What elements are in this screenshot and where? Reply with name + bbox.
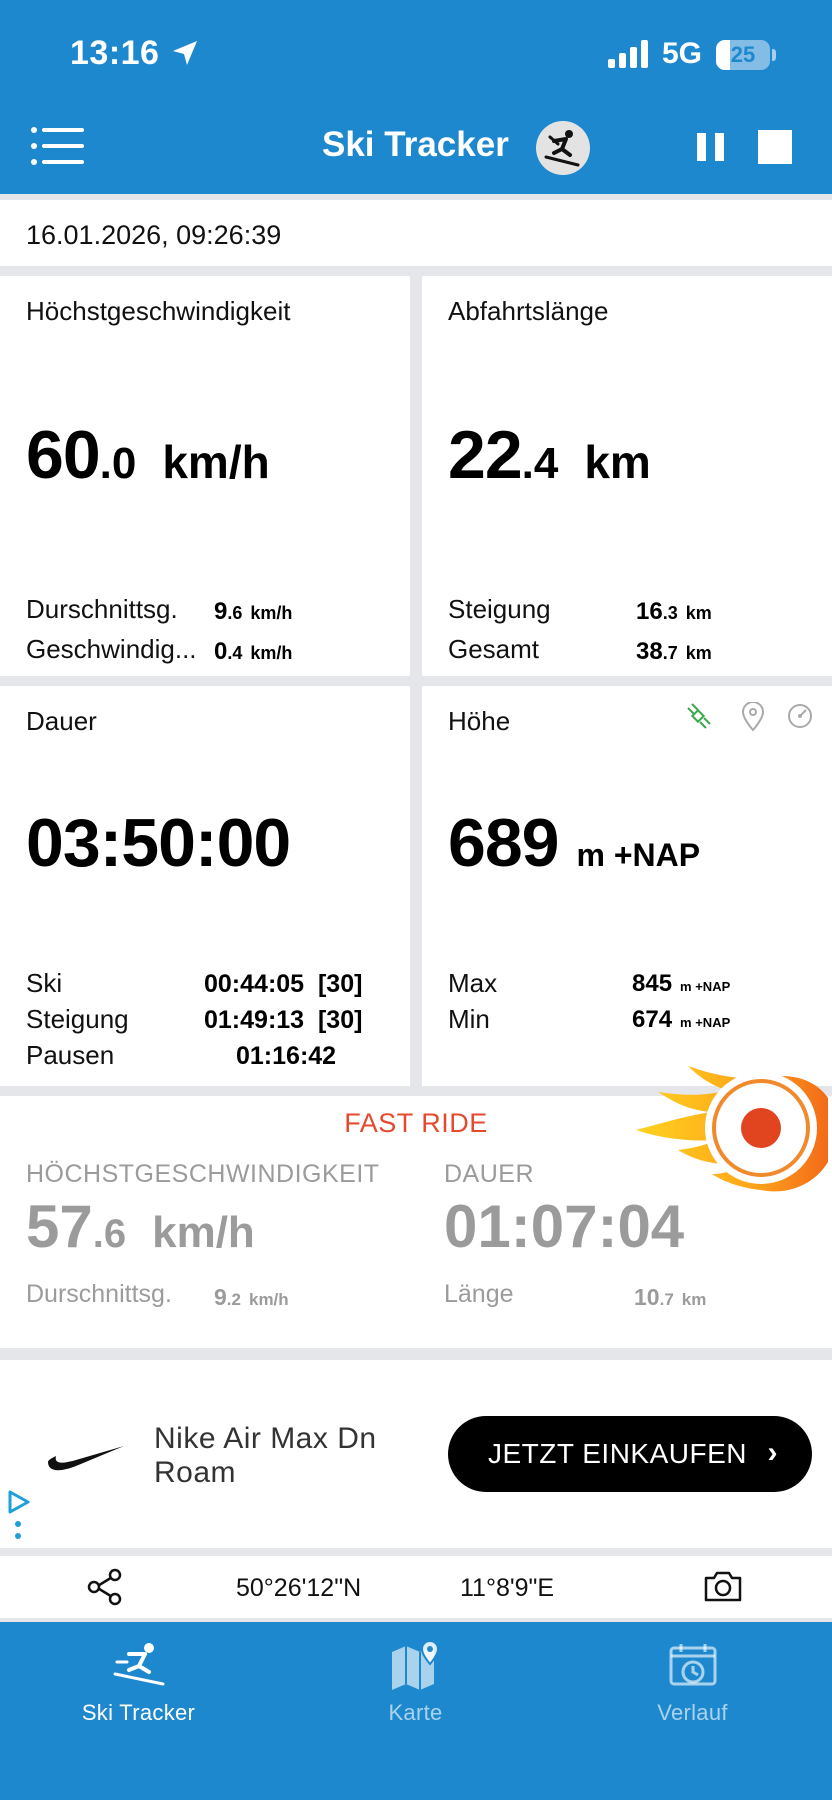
descent-distance-value: 22.4 km xyxy=(448,417,651,493)
battery-percentage: 25 xyxy=(730,42,756,67)
session-date-bar: 16.01.2026, 09:26:39 xyxy=(0,200,832,266)
fast-ride-duration-label: DAUER xyxy=(444,1160,535,1188)
fast-ride-record-icon[interactable] xyxy=(616,1050,832,1200)
longitude-value: 11°8'9"E xyxy=(460,1574,555,1602)
network-type: 5G xyxy=(662,37,703,70)
location-pin-icon[interactable] xyxy=(740,701,766,737)
max-speed-card[interactable]: Höchstgeschwindigkeit 60.0 km/h Durschnit… xyxy=(0,276,410,676)
adchoices-icon[interactable] xyxy=(6,1488,32,1549)
max-altitude-value: 845 m +NAP xyxy=(632,970,731,997)
ad-product-name: Nike Air Max Dn Roam xyxy=(154,1422,377,1489)
ski-time-value: 00:44:05 [30] xyxy=(204,970,363,998)
fast-ride-speed-value: 57.6 km/h xyxy=(26,1193,255,1260)
top-bar: 13:16 5G 25 Ski Tracker xyxy=(0,0,832,194)
latitude-value: 50°26'12"N xyxy=(236,1574,362,1602)
pause-icon xyxy=(697,133,724,161)
current-speed-value: 0.4 km/h xyxy=(214,638,293,665)
gauge-icon[interactable] xyxy=(786,702,814,735)
ad-cta-button[interactable]: JETZT EINKAUFEN › xyxy=(448,1416,812,1492)
skier-icon xyxy=(0,1640,277,1693)
ski-time-label: Ski xyxy=(26,968,63,998)
min-altitude-label: Min xyxy=(448,1004,490,1034)
max-altitude-label: Max xyxy=(448,968,498,998)
pause-time-label: Pausen xyxy=(26,1040,115,1070)
avg-speed-value: 9.6 km/h xyxy=(214,598,293,625)
nike-swoosh-icon xyxy=(46,1440,126,1477)
avg-speed-label: Durschnittsg. xyxy=(26,594,178,624)
menu-button[interactable] xyxy=(30,126,84,166)
ascent-label: Steigung xyxy=(448,594,551,624)
location-bar: 50°26'12"N 11°8'9"E xyxy=(0,1556,832,1618)
min-altitude-value: 674 m +NAP xyxy=(632,1006,731,1033)
session-datetime: 16.01.2026, 09:26:39 xyxy=(26,220,282,250)
tab-label: Karte xyxy=(388,1700,443,1725)
ascent-value: 16.3 km xyxy=(636,598,712,625)
camera-icon[interactable] xyxy=(702,1568,744,1609)
app-title: Ski Tracker xyxy=(322,125,509,164)
map-icon xyxy=(277,1640,554,1697)
card-label: Abfahrtslänge xyxy=(448,296,609,326)
tab-history[interactable]: Verlauf xyxy=(554,1622,831,1752)
tab-ski-tracker[interactable]: Ski Tracker xyxy=(0,1622,277,1752)
signal-icon xyxy=(608,40,652,73)
card-label: Dauer xyxy=(26,706,97,736)
history-calendar-icon xyxy=(554,1640,831,1697)
skier-icon xyxy=(536,121,590,175)
ad-banner[interactable]: Nike Air Max Dn Roam JETZT EINKAUFEN › xyxy=(0,1360,832,1548)
fast-ride-length-value: 10.7 km xyxy=(634,1284,707,1310)
tab-label: Verlauf xyxy=(657,1700,728,1725)
tab-bar: Ski Tracker Karte Verlauf xyxy=(0,1622,832,1800)
current-speed-label: Geschwindig... xyxy=(26,634,197,664)
total-label: Gesamt xyxy=(448,634,540,664)
battery-icon: 25 xyxy=(716,40,770,70)
card-label: Höchstgeschwindigkeit xyxy=(26,296,291,326)
location-arrow-icon xyxy=(170,38,200,73)
tab-label: Ski Tracker xyxy=(81,1700,196,1725)
fast-ride-speed-label: HÖCHSTGESCHWINDIGKEIT xyxy=(26,1160,380,1188)
duration-card[interactable]: Dauer 03:50:00 Ski 00:44:05 [30] Steigun… xyxy=(0,686,410,1086)
total-value: 38.7 km xyxy=(636,638,712,665)
fast-ride-avg-label: Durschnittsg. xyxy=(26,1280,172,1308)
fast-ride-avg-value: 9.2 km/h xyxy=(214,1284,289,1310)
current-altitude-value: 689 m +NAP xyxy=(448,805,701,881)
ad-cta-label: JETZT EINKAUFEN xyxy=(488,1438,748,1469)
menu-icon xyxy=(31,127,84,165)
max-speed-value: 60.0 km/h xyxy=(26,417,270,493)
total-duration-value: 03:50:00 xyxy=(26,805,291,881)
fast-ride-length-label: Länge xyxy=(444,1280,514,1308)
share-icon[interactable] xyxy=(86,1568,124,1611)
distance-card[interactable]: Abfahrtslänge 22.4 km Steigung 16.3 km Ges… xyxy=(422,276,832,676)
tab-map[interactable]: Karte xyxy=(277,1622,554,1752)
battery-cap xyxy=(772,49,776,61)
satellite-icon[interactable] xyxy=(684,702,714,737)
stop-button[interactable] xyxy=(758,130,792,164)
altitude-card[interactable]: Höhe 689 m +NAP Max 845 m +NAP Min 674 m +N… xyxy=(422,686,832,1086)
chevron-right-icon: › xyxy=(767,1436,778,1469)
pause-button[interactable] xyxy=(694,130,728,164)
status-time: 13:16 xyxy=(70,34,160,72)
ascent-time-label: Steigung xyxy=(26,1004,129,1034)
card-label: Höhe xyxy=(448,706,511,736)
pause-time-value: 01:16:42 xyxy=(236,1042,337,1070)
fast-ride-duration-value: 01:07:04 xyxy=(444,1193,685,1260)
ascent-time-value: 01:49:13 [30] xyxy=(204,1006,363,1034)
